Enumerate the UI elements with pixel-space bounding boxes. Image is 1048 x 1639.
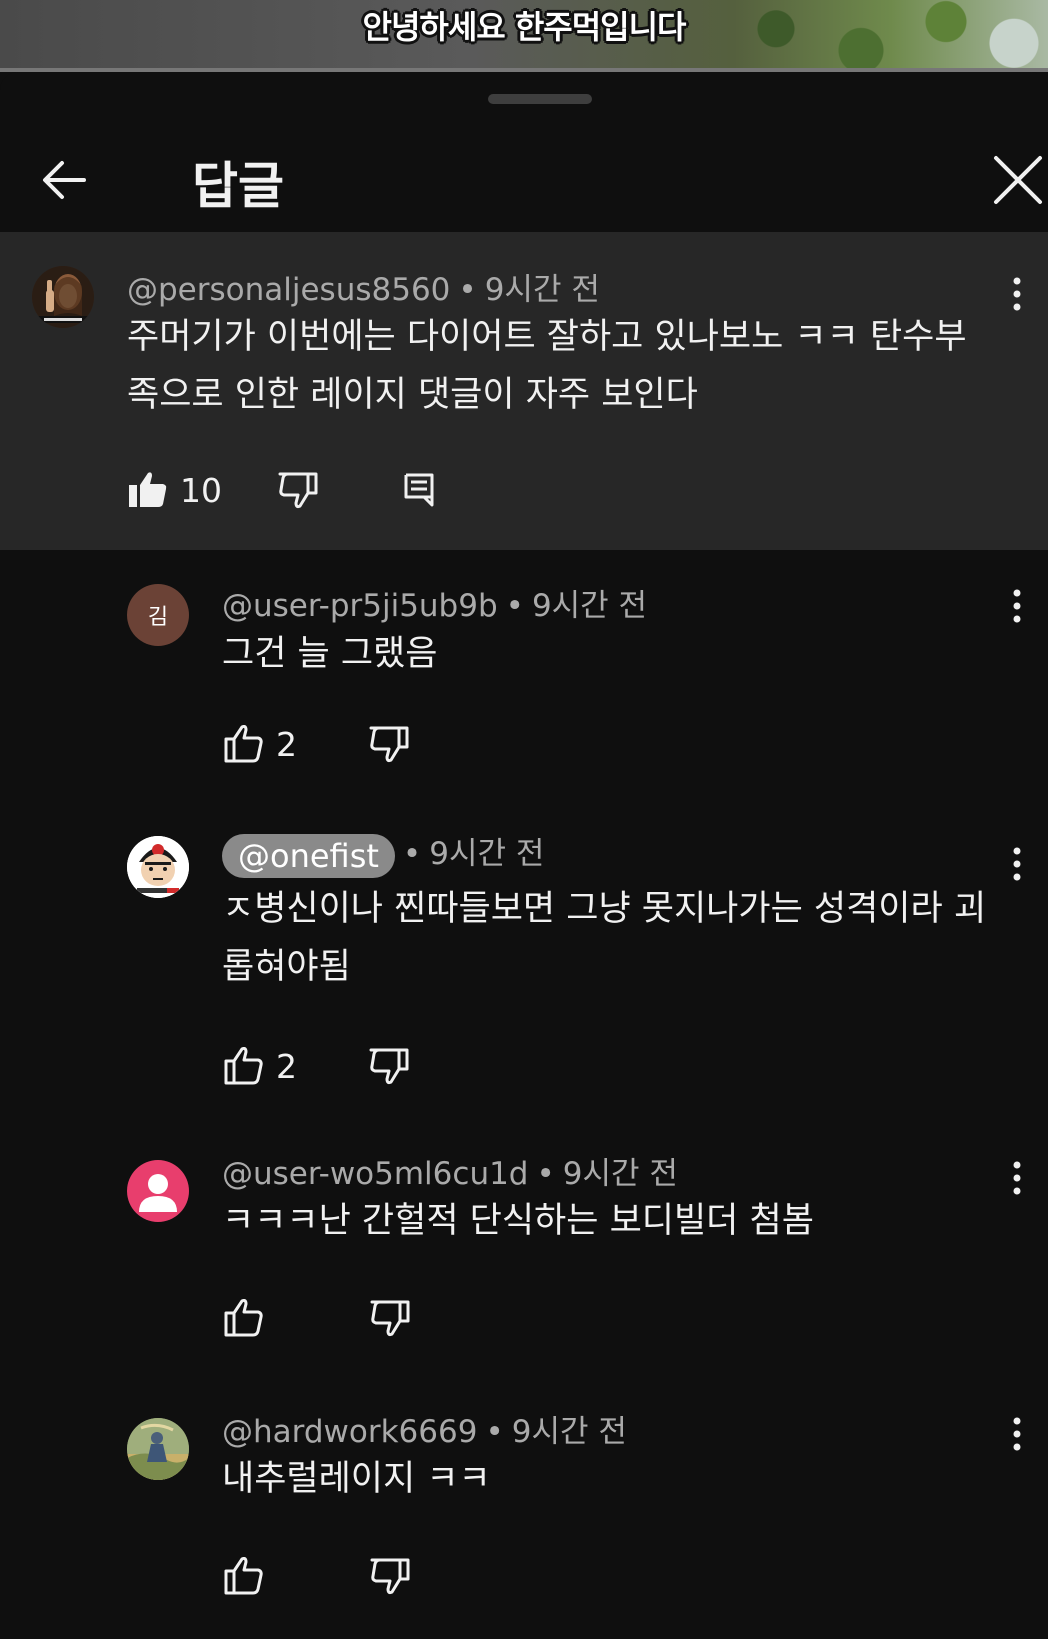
page-title: 답글 xyxy=(192,157,284,215)
comment-actions xyxy=(224,1296,410,1340)
reply-comment: @hardwork6669 • 9시간 전 내추럴레이지 ㅋㅋ xyxy=(0,1386,1048,1639)
meta-separator: • xyxy=(402,836,422,872)
more-options-button[interactable] xyxy=(1002,272,1032,316)
creator-author-chip[interactable]: @onefist xyxy=(222,833,395,878)
avatar[interactable] xyxy=(32,266,94,328)
comment-actions: 2 xyxy=(224,722,409,766)
reply-comment: @onefist • 9시간 전 ㅈ병신이나 찐따들보면 그냥 못지나가는 성격이라… xyxy=(0,810,1048,1130)
comment-time: 9시간 전 xyxy=(484,272,600,308)
more-vert-icon xyxy=(1013,1161,1021,1195)
more-vert-icon xyxy=(1013,589,1021,623)
avatar-initial: 김 xyxy=(147,605,169,630)
meta-separator: • xyxy=(485,1414,504,1450)
avatar[interactable] xyxy=(127,1160,189,1222)
cartoon-face-avatar-icon xyxy=(127,836,189,898)
comment-text: ㅋㅋㅋ난 간헐적 단식하는 보디빌더 첨봄 xyxy=(222,1201,814,1241)
comment-author[interactable]: @user-wo5ml6cu1d xyxy=(222,1156,529,1192)
avatar[interactable] xyxy=(127,1418,189,1480)
like-count: 2 xyxy=(276,1046,297,1086)
arrow-left-icon xyxy=(43,161,86,199)
close-icon xyxy=(994,156,1042,204)
thumbs-up-icon xyxy=(224,1047,263,1085)
thumbs-up-filled-icon xyxy=(129,472,167,507)
more-options-button[interactable] xyxy=(1002,842,1032,886)
more-vert-icon xyxy=(1013,847,1021,881)
meta-separator: • xyxy=(536,1156,555,1192)
thumbs-up-icon xyxy=(224,725,263,763)
more-options-button[interactable] xyxy=(1002,584,1032,628)
comment-author[interactable]: @hardwork6669 xyxy=(222,1414,477,1450)
comment-time: 9시간 전 xyxy=(429,836,545,872)
comment-text: 내추럴레이지 ㅋㅋ xyxy=(222,1459,491,1499)
dislike-button[interactable] xyxy=(369,725,409,763)
more-options-button[interactable] xyxy=(1002,1412,1032,1456)
thumbs-down-icon xyxy=(278,472,318,509)
reply-comment-icon xyxy=(404,473,434,507)
reply-comment: 김 @user-pr5ji5ub9b • 9시간 전 그건 늘 그랬음 2 xyxy=(0,550,1048,810)
avatar[interactable]: 김 xyxy=(127,584,189,646)
thumbs-down-icon xyxy=(370,1300,410,1337)
comment-text: ㅈ병신이나 찐따들보면 그냥 못지나가는 성격이라 괴롭혀야됨 xyxy=(222,889,987,987)
like-count: 10 xyxy=(180,470,222,510)
comment-meta: @hardwork6669 • 9시간 전 xyxy=(222,1406,627,1451)
dislike-button[interactable] xyxy=(370,1299,410,1337)
meta-separator: • xyxy=(458,272,477,308)
close-button[interactable] xyxy=(990,152,1046,208)
comment-meta: @user-wo5ml6cu1d • 9시간 전 xyxy=(222,1148,678,1193)
thumbs-down-icon xyxy=(369,726,409,763)
comment-time: 9시간 전 xyxy=(511,1414,627,1450)
back-button[interactable] xyxy=(36,152,92,208)
comment-time: 9시간 전 xyxy=(562,1156,678,1192)
comment-actions: 2 xyxy=(224,1044,409,1088)
like-button[interactable]: 2 xyxy=(224,1047,297,1086)
jesus-portrait-avatar-icon xyxy=(32,266,94,328)
more-vert-icon xyxy=(1013,1417,1021,1451)
comment-time: 9시간 전 xyxy=(531,588,648,624)
dislike-button[interactable] xyxy=(278,471,318,509)
thumbs-up-icon xyxy=(224,1557,263,1595)
drag-handle[interactable] xyxy=(488,94,592,104)
panel-header: 답글 xyxy=(0,132,1048,232)
comment-meta: @onefist • 9시간 전 xyxy=(222,828,544,878)
like-button[interactable] xyxy=(224,1557,264,1595)
parent-comment: @personaljesus8560 • 9시간 전 주머기가 이번에는 다이어트 … xyxy=(0,232,1048,550)
more-options-button[interactable] xyxy=(1002,1156,1032,1200)
reply-comment: @user-wo5ml6cu1d • 9시간 전 ㅋㅋㅋ난 간헐적 단식하는 보디빌… xyxy=(0,1130,1048,1386)
like-button[interactable] xyxy=(224,1299,264,1337)
comment-actions: 10 xyxy=(128,468,434,512)
thumbs-down-icon xyxy=(369,1048,409,1085)
thumbs-down-icon xyxy=(370,1558,410,1595)
reply-button[interactable] xyxy=(404,473,434,507)
like-button[interactable]: 2 xyxy=(224,725,297,764)
thumbs-up-icon xyxy=(224,1299,263,1337)
like-button[interactable]: 10 xyxy=(128,471,222,510)
more-vert-icon xyxy=(1013,277,1021,311)
comment-meta: @personaljesus8560 • 9시간 전 xyxy=(127,264,600,309)
video-caption: 안녕하세요 한주먹입니다 xyxy=(362,8,687,46)
dislike-button[interactable] xyxy=(369,1047,409,1085)
avatar[interactable] xyxy=(127,836,189,898)
comment-text: 주머기가 이번에는 다이어트 잘하고 있나보노 ㅋㅋ 탄수부족으로 인한 레이지… xyxy=(127,317,967,415)
dislike-button[interactable] xyxy=(370,1557,410,1595)
comment-author[interactable]: @personaljesus8560 xyxy=(127,272,450,308)
replies-panel: 답글 @personaljesus8560 • 9시간 전 주머기가 이번에는 … xyxy=(0,72,1048,1639)
comment-meta: @user-pr5ji5ub9b • 9시간 전 xyxy=(222,580,647,625)
default-user-avatar-icon xyxy=(139,1174,177,1212)
meta-separator: • xyxy=(505,588,524,624)
comment-actions xyxy=(224,1554,410,1598)
comment-author[interactable]: @user-pr5ji5ub9b xyxy=(222,588,498,624)
comment-text: 그건 늘 그랬음 xyxy=(222,634,438,674)
painting-avatar-icon xyxy=(127,1418,189,1480)
like-count: 2 xyxy=(276,724,297,764)
video-player[interactable]: 안녕하세요 한주먹입니다 xyxy=(0,0,1048,72)
